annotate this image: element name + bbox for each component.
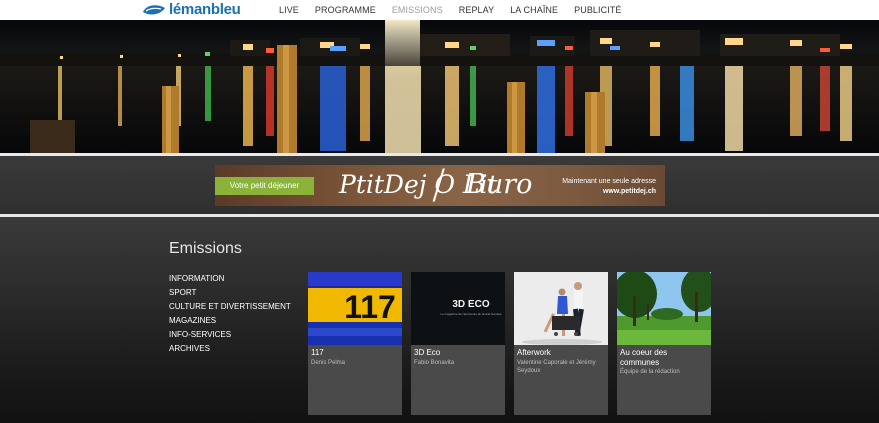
category-list: INFORMATION SPORT CULTURE ET DIVERTISSEM… <box>169 272 291 356</box>
nav-emissions[interactable]: EMISSIONS <box>392 0 443 20</box>
nav-replay[interactable]: REPLAY <box>459 0 494 20</box>
nav-publicite[interactable]: PUBLICITÉ <box>574 0 621 20</box>
show-thumbnail <box>514 272 608 345</box>
ad-tagline: Maintenant une seule adresse www.petitde… <box>562 177 656 197</box>
show-thumbnail <box>617 272 711 345</box>
show-host: Valentine Caporale et Jérémy Seydoux <box>517 360 596 374</box>
category-information[interactable]: INFORMATION <box>169 272 291 286</box>
show-title: 117 <box>311 348 324 357</box>
show-thumbnail: 3D ECO Le magazine de l'économie du Gran… <box>411 272 505 345</box>
lake-logo-icon <box>143 5 165 15</box>
category-magazines[interactable]: MAGAZINES <box>169 314 291 328</box>
main-nav: LIVE PROGRAMME EMISSIONS REPLAY LA CHAÎN… <box>279 0 638 20</box>
category-info-services[interactable]: INFO-SERVICES <box>169 328 291 342</box>
logo-text: lémanbleu <box>169 1 241 18</box>
show-title: Au coeur des communes <box>620 348 668 367</box>
nav-la-chaine[interactable]: LA CHAÎNE <box>510 0 558 20</box>
show-title: 3D Eco <box>414 348 441 357</box>
nav-programme[interactable]: PROGRAMME <box>315 0 376 20</box>
category-sport[interactable]: SPORT <box>169 286 291 300</box>
ad-slash-divider: / <box>432 165 446 206</box>
show-host: Équipe de la rédaction <box>620 369 680 375</box>
ad-url: www.petitdej.ch <box>602 188 656 195</box>
show-card-au-coeur-des-communes[interactable]: Au coeur des communes Équipe de la rédac… <box>617 272 711 415</box>
show-thumbnail: 117 <box>308 272 402 345</box>
category-culture[interactable]: CULTURE ET DIVERTISSEMENT <box>169 300 291 314</box>
page-title: Emissions <box>169 240 242 257</box>
lemanbleu-logo[interactable]: lémanbleu <box>142 1 241 19</box>
show-card-3d-eco[interactable]: 3D ECO Le magazine de l'économie du Gran… <box>411 272 505 415</box>
show-card-117[interactable]: 117 117 Denis Pelma <box>308 272 402 415</box>
show-host: Denis Pelma <box>311 360 346 366</box>
nav-live[interactable]: LIVE <box>279 0 299 20</box>
show-title: Afterwork <box>517 348 551 357</box>
thumb-117-text: 117 <box>344 289 396 325</box>
hero-banner-image <box>0 20 879 153</box>
show-card-afterwork[interactable]: Afterwork Valentine Caporale et Jérémy S… <box>514 272 608 415</box>
thumb-3deco-text: 3D ECO <box>452 299 489 310</box>
ad-cta-button[interactable]: Votre petit déjeuner <box>215 177 314 195</box>
show-host: Fabio Bonavita <box>414 360 455 366</box>
category-archives[interactable]: ARCHIVES <box>169 342 291 356</box>
advertisement-banner[interactable]: Votre petit déjeuner PtitDej O Lit / Bur… <box>215 165 665 206</box>
ad-brand-buro: Buro <box>466 169 533 200</box>
thumb-3deco-sub: Le magazine de l'économie du Grand Genèv… <box>440 312 501 316</box>
top-bar: lémanbleu LIVE PROGRAMME EMISSIONS REPLA… <box>0 0 879 20</box>
ad-tagline-text: Maintenant une seule adresse <box>562 178 656 185</box>
